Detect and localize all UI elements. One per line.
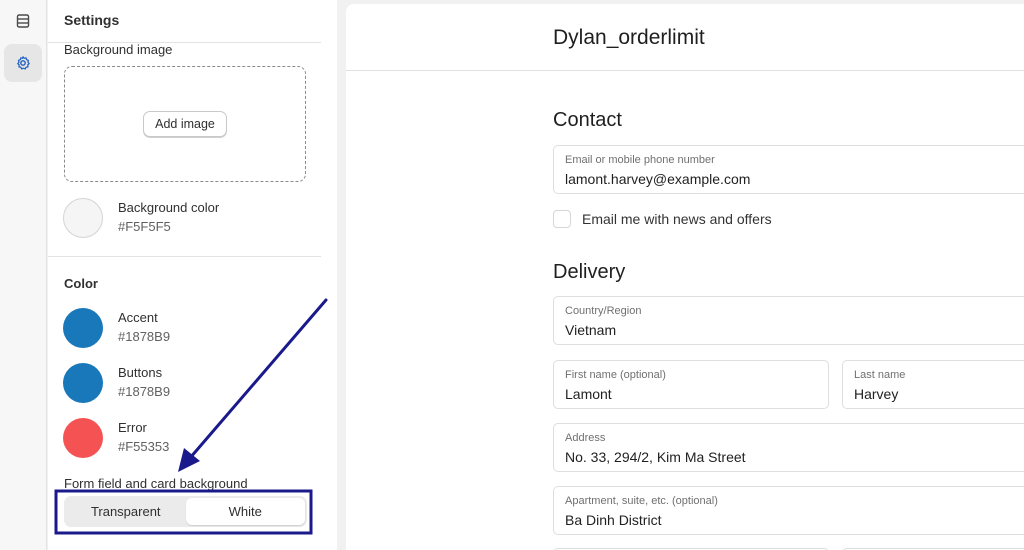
error-color-row[interactable]: Error #F55353 [63,418,303,458]
first-name-value: Lamont [565,386,612,402]
buttons-color-hex: #1878B9 [118,384,171,399]
settings-gear-icon [15,55,31,71]
country-label: Country/Region [565,305,642,317]
settings-title: Settings [64,12,120,28]
white-option[interactable]: White [185,498,305,525]
sections-icon [15,13,31,29]
transparent-option[interactable]: Transparent [66,498,186,525]
email-field-value: lamont.harvey@example.com [565,171,751,187]
delivery-heading: Delivery [553,261,626,283]
buttons-color-name: Buttons [118,365,163,380]
accent-color-name: Accent [118,310,158,325]
first-name-field[interactable]: First name (optional) Lamont [553,360,829,409]
checkout-editor: Settings Background image Add image Back… [0,0,1024,550]
shop-header: Dylan_orderlimit [346,4,1024,71]
accent-color-row[interactable]: Accent #1878B9 [63,308,303,348]
error-color-name: Error [118,420,147,435]
buttons-color-swatch[interactable] [63,363,103,403]
sections-button[interactable] [4,2,42,40]
add-image-button[interactable]: Add image [143,111,227,137]
divider [48,256,321,257]
form-background-toggle: Transparent White [64,496,307,527]
last-name-field[interactable]: Last name Harvey [842,360,1024,409]
background-image-label: Background image [64,42,173,57]
settings-panel: Settings Background image Add image Back… [48,0,337,550]
buttons-color-row[interactable]: Buttons #1878B9 [63,363,303,403]
error-color-swatch[interactable] [63,418,103,458]
address-label: Address [565,432,606,444]
background-image-dropzone[interactable]: Add image [64,66,306,182]
address-field[interactable]: Address No. 33, 294/2, Kim Ma Street [553,423,1024,472]
form-background-label: Form field and card background [64,476,248,491]
country-value: Vietnam [565,322,617,338]
background-color-name: Background color [118,200,220,215]
shop-name[interactable]: Dylan_orderlimit [553,26,705,50]
accent-color-swatch[interactable] [63,308,103,348]
checkout-preview: Dylan_orderlimit Contact Email or mobile… [346,4,1024,550]
address-value: No. 33, 294/2, Kim Ma Street [565,449,746,465]
newsletter-checkbox[interactable] [553,210,571,228]
error-color-hex: #F55353 [118,439,170,454]
email-field[interactable]: Email or mobile phone number lamont.harv… [553,145,1024,194]
contact-heading: Contact [553,109,622,131]
apartment-value: Ba Dinh District [565,512,662,528]
email-field-label: Email or mobile phone number [565,154,715,166]
newsletter-label: Email me with news and offers [582,211,772,227]
color-section-title: Color [64,276,98,291]
background-color-row[interactable]: Background color #F5F5F5 [63,198,303,238]
country-select[interactable]: Country/Region Vietnam [553,296,1024,345]
background-color-swatch[interactable] [63,198,103,238]
icon-rail [0,0,47,550]
last-name-value: Harvey [854,386,899,402]
apartment-field[interactable]: Apartment, suite, etc. (optional) Ba Din… [553,486,1024,535]
background-color-hex: #F5F5F5 [118,219,171,234]
apartment-label: Apartment, suite, etc. (optional) [565,495,718,507]
settings-button[interactable] [4,44,42,82]
last-name-label: Last name [854,369,906,381]
accent-color-hex: #1878B9 [118,329,171,344]
first-name-label: First name (optional) [565,369,666,381]
